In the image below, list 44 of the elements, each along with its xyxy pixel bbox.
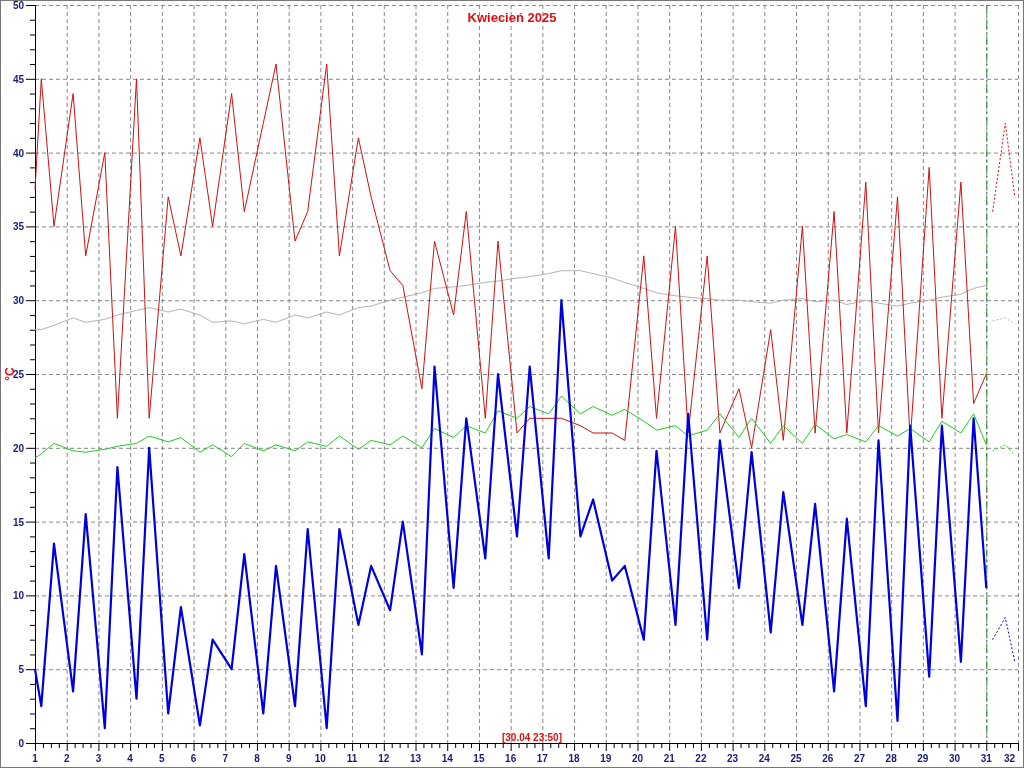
tick-label: 10 — [314, 753, 326, 764]
tick-label: 4 — [127, 753, 133, 764]
tick-label: 45 — [12, 73, 24, 85]
timestamp-label: [30.04 23:50] — [502, 732, 562, 743]
tick-label: 0 — [18, 738, 24, 749]
tick-label: 2 — [63, 753, 70, 764]
tick-label: 20 — [12, 442, 24, 454]
tick-label: 24 — [758, 753, 770, 764]
tick-label: 10 — [12, 590, 24, 602]
tick-label: 18 — [568, 753, 580, 764]
tick-label: 3 — [95, 753, 102, 764]
tick-label: 15 — [473, 753, 485, 764]
tick-label: 13 — [409, 753, 422, 764]
tick-label: 50 — [12, 0, 24, 11]
tick-label: 22 — [695, 753, 707, 764]
tick-label: 1 — [32, 753, 38, 764]
tick-label: 20 — [631, 753, 644, 764]
tick-label: 11 — [346, 753, 358, 764]
tick-label: 29 — [917, 753, 929, 764]
tick-label: 5 — [159, 753, 165, 764]
tick-label: 31 — [980, 753, 992, 764]
tick-label: 8 — [254, 753, 260, 764]
tick-label: 7 — [222, 753, 229, 764]
tick-label: 5 — [18, 664, 24, 676]
tick-label: 28 — [885, 753, 897, 764]
tick-label: 27 — [853, 753, 865, 764]
tick-label: 26 — [822, 753, 834, 764]
tick-label: 25 — [790, 753, 802, 764]
tick-label: 30 — [12, 295, 24, 307]
tick-label: 14 — [441, 753, 453, 764]
tick-label: 6 — [190, 753, 197, 764]
tick-label: 32 — [1003, 753, 1015, 764]
tick-label: 21 — [663, 753, 675, 764]
tick-label: 17 — [536, 753, 548, 764]
tick-label: 15 — [12, 516, 24, 528]
tick-label: 23 — [727, 753, 739, 764]
tick-label: 16 — [505, 753, 517, 764]
tick-label: 30 — [949, 753, 961, 764]
tick-label: 12 — [378, 753, 390, 764]
chart-title: Kwiecień 2025 — [467, 10, 557, 25]
tick-label: 19 — [600, 753, 612, 764]
tick-label: 35 — [12, 221, 24, 233]
tick-label: 40 — [12, 147, 24, 159]
tick-label: 9 — [285, 753, 292, 764]
